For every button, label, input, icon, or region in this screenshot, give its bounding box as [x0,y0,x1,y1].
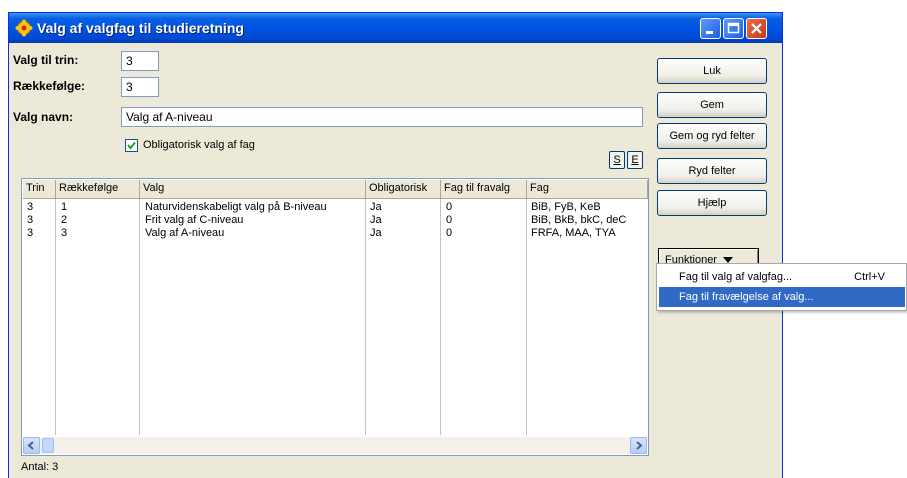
cell-fag: BiB, BkB, bkC, deC [531,214,627,226]
minimize-button[interactable] [700,18,721,39]
column-header-trin[interactable]: Trin [23,180,56,199]
scroll-left-icon [27,441,34,450]
gem-og-ryd-button[interactable]: Gem og ryd felter [657,123,767,149]
funktioner-menu: Fag til valg af valgfag... Ctrl+V Fag ti… [656,263,907,311]
obligatorisk-label: Obligatorisk valg af fag [143,139,255,151]
scroll-left-button[interactable] [23,437,40,454]
cell-fag-til-fravalg: 0 [446,227,453,239]
raekkefolge-input[interactable]: 3 [121,77,159,97]
horizontal-scrollbar[interactable] [23,437,647,454]
cell-valg: Valg af A-niveau [145,227,225,239]
count-status: Antal: 3 [21,461,59,473]
column-header-valg[interactable]: Valg [140,180,366,199]
cell-obligatorisk: Ja [370,214,382,226]
column-header-fag-til-fravalg[interactable]: Fag til fravalg [441,180,527,199]
cell-fag: FRFA, MAA, TYA [531,227,616,239]
column-header-obligatorisk[interactable]: Obligatorisk [366,180,441,199]
scroll-right-icon [636,441,643,450]
column-header-raekkefolge[interactable]: Rækkefølge [56,180,140,199]
window-title: Valg af valgfag til studieretning [37,20,244,36]
choices-table[interactable]: Trin Rækkefølge Valg Obligatorisk Fag ti… [21,178,649,456]
column-divider [526,199,527,435]
column-header-fag[interactable]: Fag [527,180,648,199]
title-bar[interactable]: Valg af valgfag til studieretning [9,13,782,43]
cell-trin: 3 [27,214,34,226]
app-window: Valg af valgfag til studieretning Valg t… [8,12,783,478]
column-divider [139,199,140,435]
menu-item-shortcut: Ctrl+V [854,271,885,283]
cell-raekkefolge: 1 [61,201,68,213]
close-icon [751,23,762,34]
menu-item-label: Fag til fravælgelse af valg... [679,291,814,303]
trin-label: Valg til trin: [13,53,79,67]
cell-valg: Naturvidenskabeligt valg på B-niveau [145,201,327,213]
e-button[interactable]: E [627,151,643,169]
minimize-icon [706,31,713,34]
cell-raekkefolge: 3 [61,227,68,239]
menu-item-fag-til-valg[interactable]: Fag til valg af valgfag... Ctrl+V [659,267,905,287]
cell-valg: Frit valg af C-niveau [145,214,244,226]
s-button[interactable]: S [609,151,625,169]
close-button[interactable] [746,18,767,39]
cell-trin: 3 [27,227,34,239]
ryd-felter-button[interactable]: Ryd felter [657,158,767,184]
scrollbar-thumb[interactable] [42,438,54,453]
maximize-button[interactable] [723,18,744,39]
trin-input[interactable]: 3 [121,51,159,71]
raekkefolge-label: Rækkefølge: [13,79,86,93]
column-divider [440,199,441,435]
column-divider [365,199,366,435]
cell-fag-til-fravalg: 0 [446,201,453,213]
app-gear-icon [15,19,33,37]
menu-item-label: Fag til valg af valgfag... [679,271,793,283]
cell-obligatorisk: Ja [370,227,382,239]
scroll-right-button[interactable] [630,437,647,454]
obligatorisk-checkbox[interactable] [125,139,138,152]
menu-item-fag-til-fravaelgelse[interactable]: Fag til fravælgelse af valg... [659,287,905,307]
cell-obligatorisk: Ja [370,201,382,213]
cell-fag-til-fravalg: 0 [446,214,453,226]
cell-raekkefolge: 2 [61,214,68,226]
navn-input[interactable]: Valg af A-niveau [121,107,643,127]
luk-button[interactable]: Luk [657,58,767,84]
gem-button[interactable]: Gem [657,92,767,118]
cell-fag: BiB, FyB, KeB [531,201,601,213]
maximize-icon [727,22,740,34]
checkmark-icon [127,141,136,150]
cell-trin: 3 [27,201,34,213]
hjaelp-button[interactable]: Hjælp [657,190,767,216]
column-divider [55,199,56,435]
navn-label: Valg navn: [13,110,74,124]
